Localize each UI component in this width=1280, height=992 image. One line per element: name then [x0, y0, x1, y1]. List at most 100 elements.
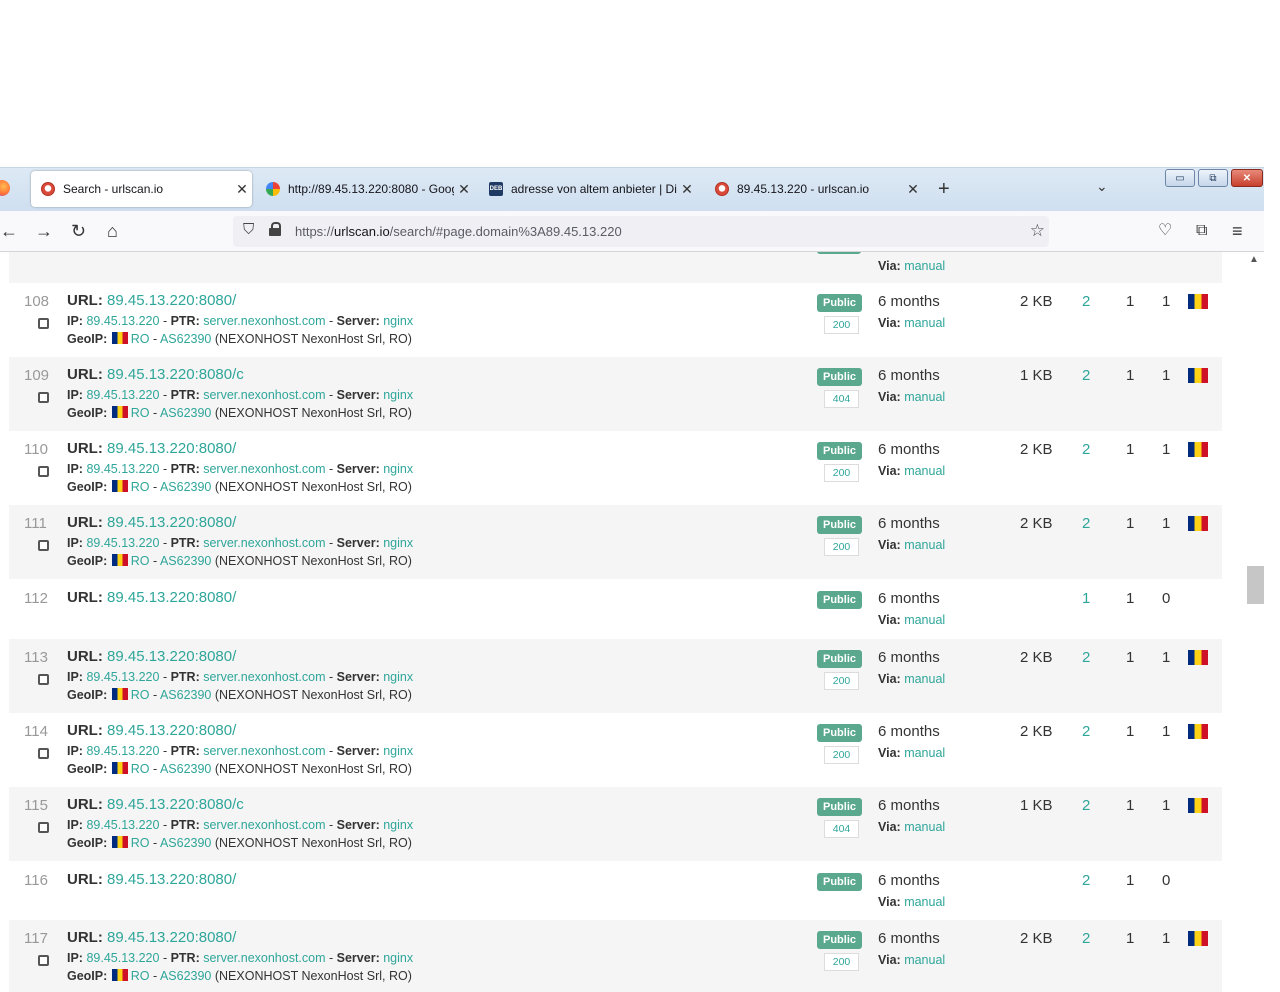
asn-link[interactable]: AS62390	[160, 480, 211, 494]
minimize-button[interactable]: ▭	[1165, 169, 1195, 187]
requests-count[interactable]: 2	[1082, 367, 1090, 384]
asn-link[interactable]: AS62390	[160, 406, 211, 420]
url-link[interactable]: 89.45.13.220:8080/	[107, 292, 236, 309]
via-link[interactable]: manual	[904, 538, 945, 552]
via-link[interactable]: manual	[904, 259, 945, 273]
via-link[interactable]: manual	[904, 953, 945, 967]
ip-link[interactable]: 89.45.13.220	[86, 744, 159, 758]
url-text[interactable]: https://urlscan.io/search/#page.domain%3…	[295, 224, 622, 239]
requests-count[interactable]: 2	[1082, 872, 1090, 889]
country-link[interactable]: RO	[131, 688, 150, 702]
list-all-tabs-button[interactable]: ⌄	[1096, 178, 1108, 195]
asn-link[interactable]: AS62390	[160, 688, 211, 702]
via-link[interactable]: manual	[904, 820, 945, 834]
scrollbar-thumb[interactable]	[1247, 566, 1264, 604]
extensions-icon[interactable]: ⧉	[1196, 220, 1207, 242]
server-link[interactable]: nginx	[383, 462, 413, 476]
asn-link[interactable]: AS62390	[160, 762, 211, 776]
ptr-link[interactable]: server.nexonhost.com	[203, 462, 325, 476]
table-row-partial[interactable]: Via: manual	[9, 252, 1222, 283]
ip-link[interactable]: 89.45.13.220	[86, 670, 159, 684]
requests-count[interactable]: 2	[1082, 723, 1090, 740]
requests-count[interactable]: 2	[1082, 649, 1090, 666]
via-link[interactable]: manual	[904, 390, 945, 404]
country-link[interactable]: RO	[131, 406, 150, 420]
restore-button[interactable]: ⧉	[1198, 169, 1228, 187]
tab-search-urlscan[interactable]: Search - urlscan.io ✕	[31, 171, 252, 207]
row-checkbox[interactable]	[38, 822, 49, 833]
reload-button[interactable]: ↻	[71, 220, 86, 242]
ptr-link[interactable]: server.nexonhost.com	[203, 744, 325, 758]
new-tab-button[interactable]: +	[938, 178, 950, 201]
url-link[interactable]: 89.45.13.220:8080/	[107, 929, 236, 946]
via-link[interactable]: manual	[904, 613, 945, 627]
requests-count[interactable]: 2	[1082, 930, 1090, 947]
row-checkbox[interactable]	[38, 540, 49, 551]
url-link[interactable]: 89.45.13.220:8080/	[107, 648, 236, 665]
url-link[interactable]: 89.45.13.220:8080/	[107, 514, 236, 531]
via-link[interactable]: manual	[904, 316, 945, 330]
table-row[interactable]: 110 URL: 89.45.13.220:8080/IP: 89.45.13.2…	[9, 431, 1222, 505]
country-link[interactable]: RO	[131, 762, 150, 776]
scroll-up-arrow-icon[interactable]: ▲	[1249, 254, 1259, 265]
tracking-protection-shield-icon[interactable]: ⛉	[243, 221, 254, 238]
close-window-button[interactable]: ✕	[1231, 169, 1263, 187]
asn-link[interactable]: AS62390	[160, 836, 211, 850]
home-button[interactable]: ⌂	[107, 220, 118, 242]
server-link[interactable]: nginx	[383, 536, 413, 550]
lock-icon[interactable]	[269, 222, 281, 236]
server-link[interactable]: nginx	[383, 314, 413, 328]
via-link[interactable]: manual	[904, 464, 945, 478]
table-row[interactable]: 115 URL: 89.45.13.220:8080/c IP: 89.45.13.…	[9, 787, 1222, 861]
ip-link[interactable]: 89.45.13.220	[86, 314, 159, 328]
server-link[interactable]: nginx	[383, 951, 413, 965]
tab-close-icon[interactable]: ✕	[903, 181, 923, 198]
ip-link[interactable]: 89.45.13.220	[86, 536, 159, 550]
via-link[interactable]: manual	[904, 746, 945, 760]
url-link[interactable]: 89.45.13.220:8080/	[107, 440, 236, 457]
url-link[interactable]: 89.45.13.220:8080/c	[107, 366, 244, 383]
via-link[interactable]: manual	[904, 672, 945, 686]
tab-digitec[interactable]: DEB adresse von altem anbieter | Dig ✕	[479, 171, 697, 207]
url-link[interactable]: 89.45.13.220:8080/	[107, 871, 236, 888]
server-link[interactable]: nginx	[383, 670, 413, 684]
table-row[interactable]: 112 URL: 89.45.13.220:8080/Public 6 months…	[9, 580, 1222, 639]
url-link[interactable]: 89.45.13.220:8080/	[107, 589, 236, 606]
table-row[interactable]: 116 URL: 89.45.13.220:8080/Public 6 months…	[9, 862, 1222, 920]
tab-close-icon[interactable]: ✕	[454, 181, 474, 198]
ip-link[interactable]: 89.45.13.220	[86, 462, 159, 476]
row-checkbox[interactable]	[38, 674, 49, 685]
ptr-link[interactable]: server.nexonhost.com	[203, 314, 325, 328]
scrollbar[interactable]	[1244, 252, 1264, 992]
table-row[interactable]: 111 URL: 89.45.13.220:8080/IP: 89.45.13.2…	[9, 505, 1222, 579]
menu-icon[interactable]: ≡	[1232, 220, 1243, 242]
tab-urlscan-ip[interactable]: 89.45.13.220 - urlscan.io ✕	[705, 171, 923, 207]
url-link[interactable]: 89.45.13.220:8080/c	[107, 796, 244, 813]
bookmark-star-icon[interactable]: ☆	[1030, 221, 1045, 241]
tab-close-icon[interactable]: ✕	[232, 181, 252, 198]
ip-link[interactable]: 89.45.13.220	[86, 951, 159, 965]
asn-link[interactable]: AS62390	[160, 332, 211, 346]
forward-button[interactable]: →	[35, 220, 53, 242]
country-link[interactable]: RO	[131, 969, 150, 983]
requests-count[interactable]: 2	[1082, 797, 1090, 814]
table-row[interactable]: 117 URL: 89.45.13.220:8080/IP: 89.45.13.2…	[9, 920, 1222, 992]
table-row[interactable]: 109 URL: 89.45.13.220:8080/c IP: 89.45.13.…	[9, 357, 1222, 431]
address-bar[interactable]: ⛉ https://urlscan.io/search/#page.domain…	[233, 216, 1049, 247]
server-link[interactable]: nginx	[383, 818, 413, 832]
tab-google-search[interactable]: http://89.45.13.220:8080 - Googl ✕	[256, 171, 474, 207]
country-link[interactable]: RO	[131, 554, 150, 568]
table-row[interactable]: 108 URL: 89.45.13.220:8080/IP: 89.45.13.2…	[9, 283, 1222, 357]
back-button[interactable]: ←	[0, 220, 18, 242]
row-checkbox[interactable]	[38, 392, 49, 403]
ptr-link[interactable]: server.nexonhost.com	[203, 670, 325, 684]
url-link[interactable]: 89.45.13.220:8080/	[107, 722, 236, 739]
table-row[interactable]: 114 URL: 89.45.13.220:8080/IP: 89.45.13.2…	[9, 713, 1222, 787]
pocket-icon[interactable]: ♡	[1158, 220, 1172, 242]
ptr-link[interactable]: server.nexonhost.com	[203, 388, 325, 402]
row-checkbox[interactable]	[38, 955, 49, 966]
ip-link[interactable]: 89.45.13.220	[86, 388, 159, 402]
ptr-link[interactable]: server.nexonhost.com	[203, 818, 325, 832]
via-link[interactable]: manual	[904, 895, 945, 909]
row-checkbox[interactable]	[38, 466, 49, 477]
